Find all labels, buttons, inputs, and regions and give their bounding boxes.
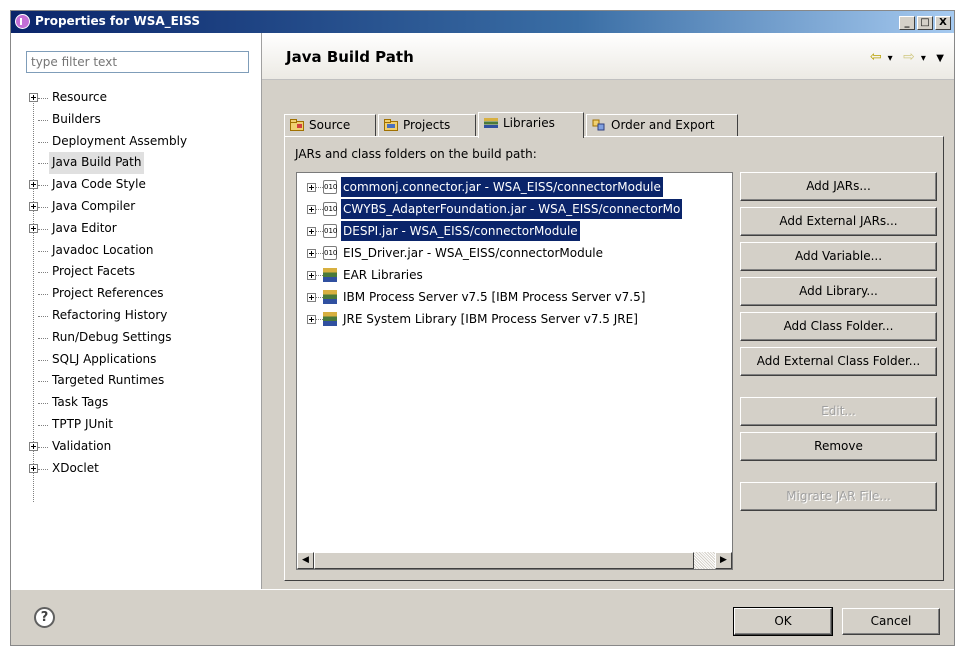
tab-label: Order and Export: [611, 118, 715, 132]
help-icon[interactable]: ?: [34, 607, 55, 628]
tab-label: Source: [309, 118, 351, 132]
scroll-track[interactable]: [694, 552, 715, 569]
add-jars-button[interactable]: Add JARs...: [740, 172, 937, 201]
maximize-button[interactable]: □: [917, 16, 933, 30]
expand-icon[interactable]: [29, 180, 38, 190]
list-item-label: IBM Process Server v7.5 [IBM Process Ser…: [343, 290, 646, 304]
jar-icon: [323, 246, 337, 260]
tree-item-label[interactable]: Java Compiler: [49, 196, 138, 218]
scroll-thumb[interactable]: [314, 552, 694, 569]
ok-button[interactable]: OK: [733, 607, 833, 636]
expand-icon[interactable]: [307, 183, 316, 192]
tree-item-label[interactable]: Builders: [49, 109, 104, 131]
horizontal-scrollbar[interactable]: ◀ ▶: [297, 552, 732, 569]
libraries-icon: [484, 118, 498, 128]
tree-item-label[interactable]: Project References: [49, 283, 167, 305]
add-variable-button[interactable]: Add Variable...: [740, 242, 937, 271]
add-external-class-folder-button[interactable]: Add External Class Folder...: [740, 347, 937, 376]
minimize-button[interactable]: _: [899, 16, 915, 30]
dialog-footer: ? OK Cancel: [11, 589, 954, 645]
list-item-label: DESPI.jar - WSA_EISS/connectorModule: [341, 221, 580, 241]
build-path-list[interactable]: commonj.connector.jar - WSA_EISS/connect…: [296, 172, 733, 570]
view-menu-icon[interactable]: ▼: [936, 53, 944, 64]
tab-label: Libraries: [503, 116, 555, 130]
library-icon: [323, 290, 337, 304]
tree-item-label[interactable]: Task Tags: [49, 392, 111, 414]
tab-source[interactable]: Source: [284, 114, 376, 137]
tree-item-label[interactable]: XDoclet: [49, 458, 102, 480]
expand-icon[interactable]: [307, 315, 316, 324]
list-item-label: EIS_Driver.jar - WSA_EISS/connectorModul…: [343, 246, 604, 260]
library-icon: [323, 268, 337, 282]
expand-icon[interactable]: [307, 249, 316, 258]
tree-item-label[interactable]: Run/Debug Settings: [49, 327, 175, 349]
tree-item-label[interactable]: Java Code Style: [49, 174, 149, 196]
tree-item-label[interactable]: TPTP JUnit: [49, 414, 116, 436]
jar-icon: [323, 224, 337, 238]
library-icon: [323, 312, 337, 326]
expand-icon[interactable]: [307, 227, 316, 236]
scroll-right-arrow-icon[interactable]: ▶: [715, 552, 732, 569]
tree-item-label[interactable]: Resource: [49, 87, 110, 109]
tree-item-label[interactable]: Validation: [49, 436, 114, 458]
expand-icon[interactable]: [307, 293, 316, 302]
projects-folder-icon: [384, 119, 398, 131]
add-library-button[interactable]: Add Library...: [740, 277, 937, 306]
add-external-jars-button[interactable]: Add External JARs...: [740, 207, 937, 236]
list-item-label: commonj.connector.jar - WSA_EISS/connect…: [341, 177, 663, 197]
expand-icon[interactable]: [29, 441, 38, 451]
list-item-label: EAR Libraries: [343, 268, 423, 282]
forward-arrow-icon[interactable]: ⇨: [903, 49, 915, 65]
properties-dialog: Properties for WSA_EISS _□X Resource Bui…: [10, 10, 955, 646]
back-dropdown-icon[interactable]: ▾: [888, 53, 893, 64]
back-arrow-icon[interactable]: ⇦: [870, 49, 882, 65]
sidebar: Resource Builders Deployment Assembly Ja…: [11, 33, 262, 589]
expand-icon[interactable]: [307, 271, 316, 280]
tree-item-label[interactable]: Project Facets: [49, 261, 138, 283]
tab-order-and-export[interactable]: Order and Export: [586, 114, 738, 137]
forward-dropdown-icon[interactable]: ▾: [921, 53, 926, 64]
remove-button[interactable]: Remove: [740, 432, 937, 461]
jar-icon: [323, 180, 337, 194]
tree-item-label[interactable]: Java Editor: [49, 218, 120, 240]
close-button[interactable]: X: [935, 16, 951, 30]
add-class-folder-button[interactable]: Add Class Folder...: [740, 312, 937, 341]
edit-button[interactable]: Edit...: [740, 397, 937, 426]
list-item-label: JRE System Library [IBM Process Server v…: [343, 312, 638, 326]
list-item-label: CWYBS_AdapterFoundation.jar - WSA_EISS/c…: [341, 199, 683, 219]
tab-libraries[interactable]: Libraries: [478, 112, 584, 138]
expand-icon[interactable]: [29, 223, 38, 233]
tree-item-label[interactable]: Javadoc Location: [49, 240, 156, 262]
tab-label: Projects: [403, 118, 451, 132]
expand-icon[interactable]: [307, 205, 316, 214]
tree-item-label[interactable]: Java Build Path: [49, 152, 145, 175]
tree-item-label[interactable]: Refactoring History: [49, 305, 170, 327]
expand-icon[interactable]: [29, 463, 38, 473]
content-area: Java Build Path ⇦ ▾ ⇨ ▾ ▼ Source Projects …: [262, 33, 954, 589]
page-header: Java Build Path ⇦ ▾ ⇨ ▾ ▼: [262, 33, 954, 80]
scroll-left-arrow-icon[interactable]: ◀: [297, 552, 314, 569]
page-title: Java Build Path: [286, 48, 414, 66]
cancel-button[interactable]: Cancel: [842, 608, 940, 635]
tab-projects[interactable]: Projects: [378, 114, 476, 137]
expand-icon[interactable]: [29, 93, 38, 102]
window-title: Properties for WSA_EISS: [35, 14, 201, 28]
order-export-icon: [592, 119, 605, 131]
expand-icon[interactable]: [29, 201, 38, 211]
jar-icon: [323, 202, 337, 216]
build-path-label: JARs and class folders on the build path…: [295, 147, 537, 161]
migrate-jar-file-button[interactable]: Migrate JAR File...: [740, 482, 937, 511]
filter-input[interactable]: [26, 51, 249, 73]
properties-icon: [15, 14, 30, 29]
source-folder-icon: [290, 119, 304, 131]
tree-item-label[interactable]: Targeted Runtimes: [49, 370, 167, 392]
title-bar[interactable]: Properties for WSA_EISS _ □ X: [11, 11, 954, 33]
libraries-panel: JARs and class folders on the build path…: [284, 136, 944, 581]
tree-item-label[interactable]: SQLJ Applications: [49, 349, 159, 371]
tree-item-label[interactable]: Deployment Assembly: [49, 131, 190, 153]
